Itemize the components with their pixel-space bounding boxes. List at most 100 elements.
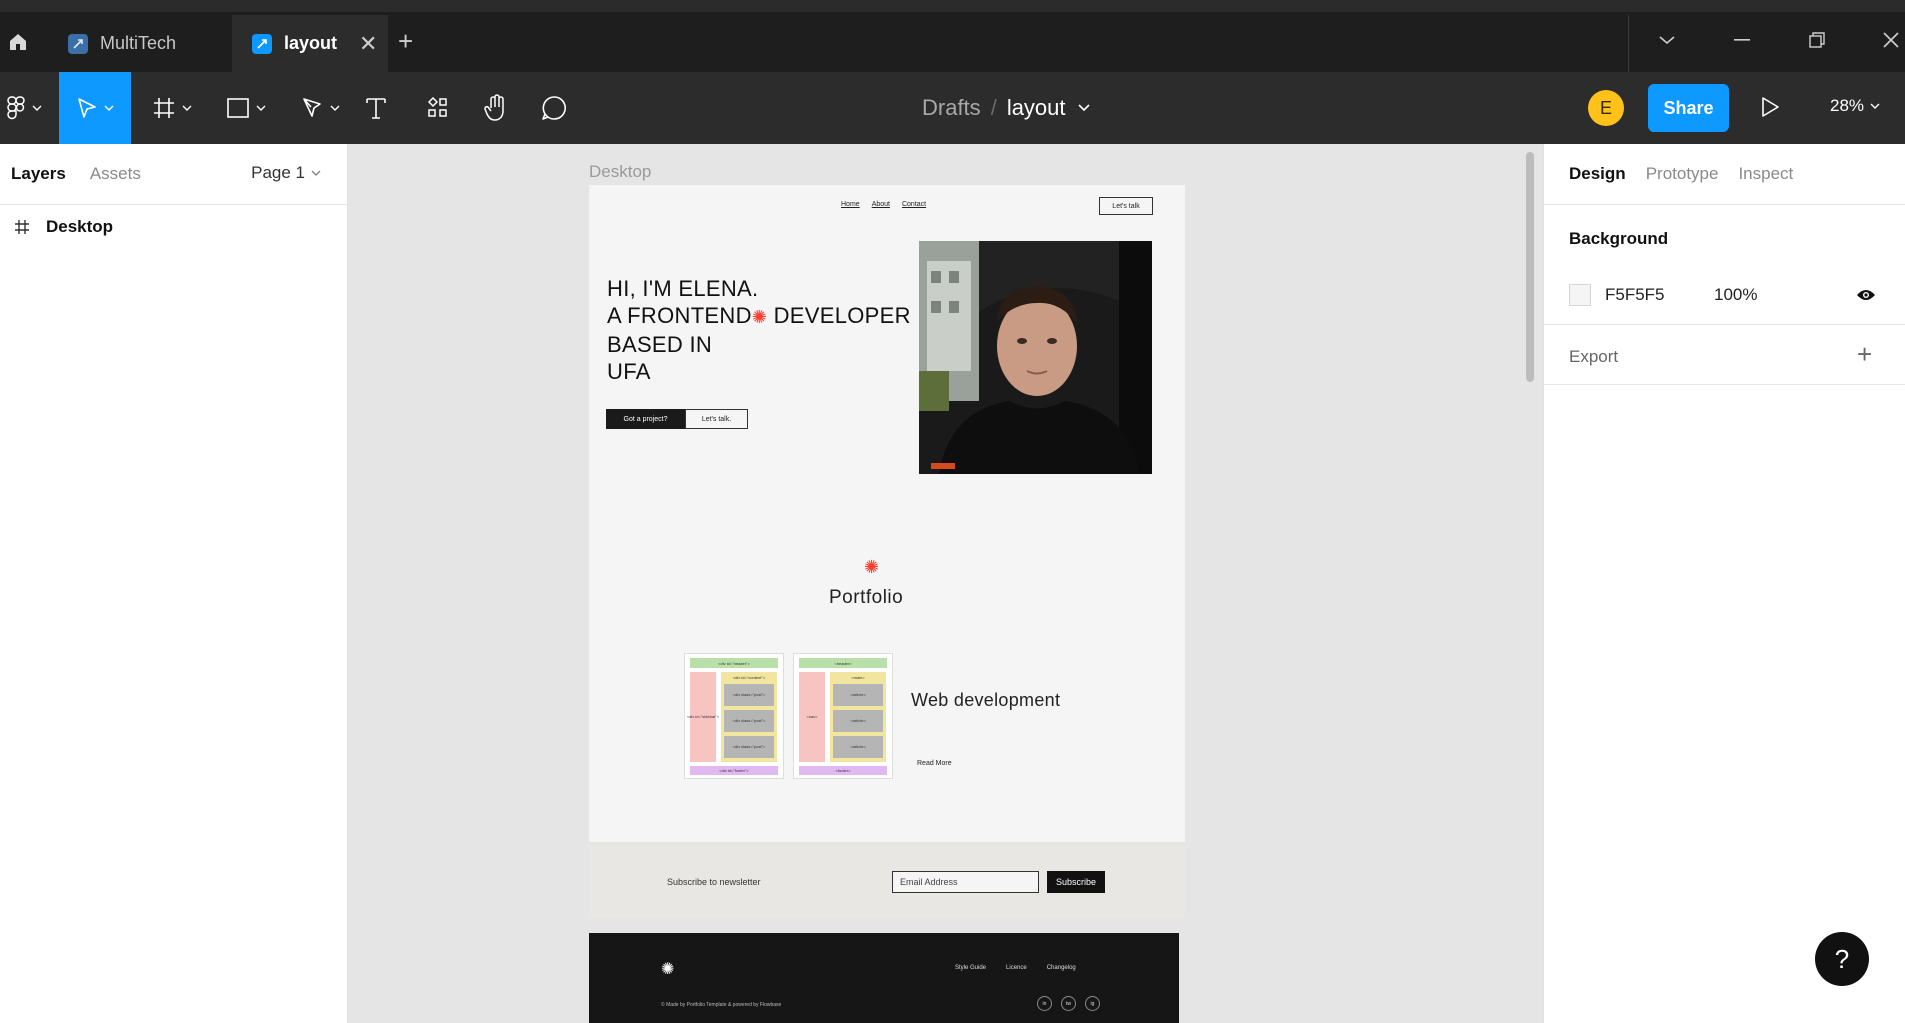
right-panel-tabs: Design Prototype Inspect bbox=[1544, 144, 1905, 205]
hero-cta: Got a project? Let's talk. bbox=[606, 409, 748, 429]
layer-name: Desktop bbox=[46, 217, 114, 236]
help-button[interactable]: ? bbox=[1815, 932, 1869, 986]
hero-line-1: HI, I'M ELENA. bbox=[607, 276, 759, 301]
figma-logo-icon bbox=[7, 96, 25, 120]
present-button[interactable] bbox=[1760, 96, 1780, 123]
layer-row-desktop[interactable]: Desktop bbox=[0, 205, 347, 249]
background-color-swatch[interactable] bbox=[1569, 284, 1591, 306]
export-label: Export bbox=[1569, 347, 1619, 366]
nav-home: Home bbox=[841, 201, 860, 208]
minimize-icon[interactable] bbox=[1730, 28, 1754, 52]
close-tab-icon[interactable]: ✕ bbox=[359, 31, 377, 57]
footer-logo-icon: ✺ bbox=[661, 961, 675, 978]
site-footer: ✺ Style Guide Licence Changelog © Made b… bbox=[589, 933, 1179, 1023]
project-thumbnail-1: <div id="header"> <div id="sidebar"> <di… bbox=[684, 653, 784, 779]
canvas-scrollbar[interactable] bbox=[1526, 152, 1534, 382]
footer-link-changelog: Changelog bbox=[1046, 965, 1076, 971]
project-title: Web development bbox=[911, 690, 1061, 710]
tab-inspect[interactable]: Inspect bbox=[1738, 164, 1793, 184]
tab-label: layout bbox=[284, 33, 338, 53]
zoom-menu[interactable]: 28% bbox=[1830, 96, 1880, 116]
avatar[interactable]: E bbox=[1588, 90, 1624, 126]
play-icon bbox=[1762, 97, 1779, 117]
add-export-icon[interactable]: + bbox=[1857, 339, 1872, 370]
tab-assets[interactable]: Assets bbox=[90, 164, 141, 184]
components-icon bbox=[427, 96, 447, 117]
shape-tool-button[interactable] bbox=[216, 72, 276, 144]
thumb2-header-text: <header> bbox=[834, 661, 852, 666]
main-menu-button[interactable] bbox=[0, 72, 48, 144]
thumb2-footer-text: <footer> bbox=[836, 768, 852, 773]
title-strip bbox=[0, 0, 1905, 12]
zoom-value: 28% bbox=[1830, 96, 1865, 115]
linkedin-icon: in bbox=[1037, 996, 1052, 1011]
frame-icon bbox=[154, 98, 174, 118]
restore-icon[interactable] bbox=[1805, 28, 1829, 52]
asterisk-icon: ✺ bbox=[751, 307, 768, 327]
tab-label: MultiTech bbox=[100, 33, 177, 53]
twitter-icon: tw bbox=[1061, 996, 1076, 1011]
close-window-icon[interactable] bbox=[1879, 28, 1903, 52]
tab-prototype[interactable]: Prototype bbox=[1646, 164, 1719, 184]
newsletter-text: Subscribe to newsletter bbox=[667, 877, 761, 887]
thumb1-header-text: <div id="header"> bbox=[718, 661, 750, 666]
breadcrumb-drafts[interactable]: Drafts bbox=[922, 95, 981, 121]
tab-bar: MultiTech layout ✕ + bbox=[0, 0, 1905, 72]
frame-icon bbox=[15, 220, 29, 234]
desktop-frame[interactable]: Home About Contact Let's talk HI, I'M EL… bbox=[589, 185, 1185, 1023]
tab-layout[interactable]: layout ✕ bbox=[232, 15, 388, 72]
layers-panel: Layers Assets Page 1 Desktop bbox=[0, 144, 348, 1023]
share-button[interactable]: Share bbox=[1648, 84, 1729, 132]
chevron-down-icon[interactable] bbox=[1655, 28, 1679, 52]
pen-tool-button[interactable] bbox=[290, 72, 350, 144]
thumb1-post-text: <div class="post"> bbox=[733, 692, 766, 697]
thumb2-main-text: <main> bbox=[851, 675, 865, 680]
chevron-down-icon bbox=[330, 105, 340, 111]
newsletter-email-field: Email Address bbox=[892, 871, 1039, 893]
figma-file-icon bbox=[252, 33, 272, 54]
file-name[interactable]: layout bbox=[1007, 95, 1066, 121]
thumb2-article-text: <article> bbox=[850, 692, 866, 697]
thumb2-article-text: <article> bbox=[850, 744, 866, 749]
site-nav: Home About Contact bbox=[841, 201, 926, 208]
chevron-down-icon[interactable] bbox=[1077, 104, 1090, 112]
page-selector[interactable]: Page 1 bbox=[251, 163, 321, 183]
export-section: Export + bbox=[1544, 325, 1905, 385]
tabbar-divider bbox=[1628, 15, 1629, 72]
thumb1-content-text: <div id="content"> bbox=[733, 675, 766, 680]
move-tool-button[interactable] bbox=[59, 72, 131, 144]
thumb1-post-text: <div class="post"> bbox=[733, 744, 766, 749]
tab-multitech[interactable]: MultiTech bbox=[48, 15, 232, 72]
eye-icon[interactable] bbox=[1856, 288, 1876, 307]
text-tool-button[interactable] bbox=[358, 72, 394, 144]
chevron-down-icon bbox=[182, 105, 192, 111]
resources-button[interactable] bbox=[420, 72, 456, 144]
footer-link-licence: Licence bbox=[1006, 965, 1027, 971]
frame-label[interactable]: Desktop bbox=[589, 162, 651, 182]
home-icon[interactable] bbox=[0, 12, 36, 72]
left-panel-tabs: Layers Assets Page 1 bbox=[0, 144, 347, 205]
figma-app: MultiTech layout ✕ + Drafts / layout E S… bbox=[0, 0, 1905, 1023]
chevron-down-icon bbox=[311, 170, 321, 176]
tab-layers[interactable]: Layers bbox=[11, 164, 66, 184]
new-tab-button[interactable]: + bbox=[398, 28, 413, 54]
footer-social: in tw ig bbox=[1037, 996, 1100, 1011]
frame-tool-button[interactable] bbox=[142, 72, 202, 144]
text-icon bbox=[366, 98, 386, 119]
tab-design[interactable]: Design bbox=[1569, 164, 1626, 184]
read-more-link: Read More bbox=[917, 760, 952, 767]
portfolio-star-icon: ✺ bbox=[864, 557, 880, 577]
footer-copyright: © Made by Portfolio Template & powered b… bbox=[661, 1002, 782, 1008]
newsletter-section: Subscribe to newsletter Email Address Su… bbox=[589, 845, 1185, 918]
background-section: Background F5F5F5 100% bbox=[1544, 205, 1905, 325]
background-opacity-input[interactable]: 100% bbox=[1714, 285, 1757, 305]
instagram-icon: ig bbox=[1085, 996, 1100, 1011]
hand-tool-button[interactable] bbox=[478, 72, 514, 144]
background-hex-input[interactable]: F5F5F5 bbox=[1605, 285, 1665, 305]
portrait-photo bbox=[919, 241, 1152, 474]
properties-panel: Design Prototype Inspect Background F5F5… bbox=[1543, 144, 1905, 1023]
page-name: Page 1 bbox=[251, 163, 305, 182]
comment-tool-button[interactable] bbox=[536, 72, 572, 144]
hero-heading: HI, I'M ELENA. A FRONTEND✺ DEVELOPER BAS… bbox=[607, 275, 911, 385]
footer-link-style-guide: Style Guide bbox=[955, 965, 987, 971]
